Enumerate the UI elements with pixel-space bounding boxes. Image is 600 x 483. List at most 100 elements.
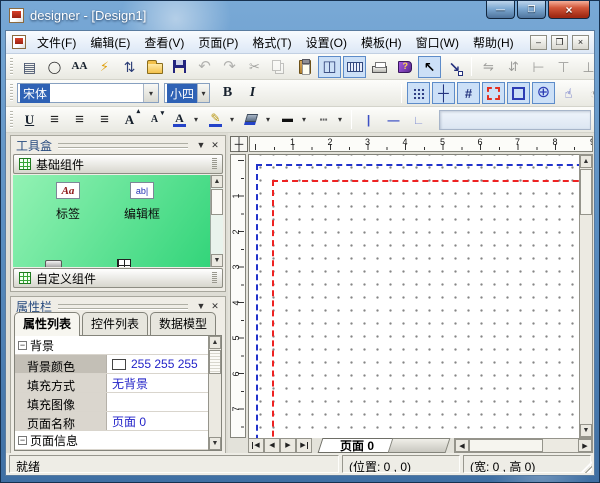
font-preview-button[interactable]: AA	[68, 56, 91, 78]
hand-tool-button[interactable]: ☝	[557, 82, 580, 104]
chevron-down-icon[interactable]: ▾	[143, 84, 158, 102]
menu-item[interactable]: 格式(T)	[245, 31, 298, 54]
close-button[interactable]: ×	[548, 1, 590, 19]
page-first-button[interactable]: ◀	[248, 438, 264, 453]
font-color-dropdown[interactable]: ▾	[190, 109, 202, 131]
scrollbar-thumb[interactable]	[469, 439, 543, 452]
properties-caption[interactable]: 属性栏 ▼ ✕	[11, 297, 225, 313]
design-sheet[interactable]	[248, 154, 579, 438]
font-increase-button[interactable]: A	[118, 109, 141, 131]
shape-tool-button[interactable]: ◯	[43, 56, 66, 78]
text-align-left-button[interactable]: ≡	[43, 109, 66, 131]
menu-item[interactable]: 编辑(E)	[83, 31, 137, 54]
line-style-button[interactable]: ┅	[312, 109, 335, 131]
scroll-up-button[interactable]: ▲	[580, 155, 592, 168]
mdi-minimize-button[interactable]: –	[530, 35, 547, 50]
property-group-row[interactable]: −背景	[15, 336, 221, 355]
page-prev-button[interactable]: ◀	[264, 438, 280, 453]
tab-1[interactable]: 属性列表	[14, 312, 80, 336]
scroll-down-button[interactable]: ▼	[209, 437, 221, 450]
vertical-line-button[interactable]: |	[357, 109, 380, 131]
tab-2[interactable]: 控件列表	[82, 312, 148, 335]
font-color-button[interactable]: A	[168, 109, 191, 131]
bold-button[interactable]: B	[216, 82, 239, 104]
titlebar[interactable]: designer - [Design1] —❐×	[1, 1, 599, 30]
guides-toggle-button[interactable]: ┼	[432, 82, 455, 104]
toggle-toolbox-button[interactable]: ◫	[318, 56, 341, 78]
editbox-tool[interactable]: ab|编辑框	[111, 182, 173, 222]
page-next-button[interactable]: ▶	[280, 438, 296, 453]
menu-item[interactable]: 查看(V)	[137, 31, 191, 54]
new-page-tab[interactable]	[388, 438, 451, 453]
text-align-center-button[interactable]: ≡	[68, 109, 91, 131]
menu-item[interactable]: 模板(H)	[354, 31, 409, 54]
property-row[interactable]: 页面名称页面 0	[15, 412, 221, 431]
horizontal-line-button[interactable]: —	[382, 109, 405, 131]
maximize-button[interactable]: ❐	[517, 1, 546, 19]
scrollbar-thumb[interactable]	[209, 350, 221, 374]
properties-scrollbar[interactable]: ▲ ▼	[208, 336, 221, 450]
paste-button[interactable]	[293, 56, 316, 78]
corner-line-button[interactable]: ∟	[407, 109, 430, 131]
line-width-dropdown[interactable]: ▾	[298, 109, 310, 131]
snap-grid-button[interactable]: #	[457, 82, 480, 104]
pen-color-dropdown[interactable]: ▾	[226, 109, 238, 131]
label-tool[interactable]: Aa标签	[37, 182, 99, 222]
line-style-dropdown[interactable]: ▾	[334, 109, 346, 131]
scrollbar-thumb[interactable]	[580, 169, 592, 215]
toolbar-grip[interactable]	[10, 58, 13, 76]
page-last-button[interactable]: ▶	[296, 438, 312, 453]
property-row[interactable]: 填充方式无背景	[15, 374, 221, 393]
fill-color-button[interactable]	[240, 109, 263, 131]
page-frame-button[interactable]	[507, 82, 530, 104]
collapse-panel-button[interactable]: ▼	[194, 139, 208, 152]
collapse-panel-button[interactable]: ▼	[194, 300, 208, 313]
fill-color-dropdown[interactable]: ▾	[262, 109, 274, 131]
scroll-up-button[interactable]: ▲	[211, 175, 223, 188]
toggle-ruler-button[interactable]	[343, 56, 366, 78]
underline-button[interactable]: U	[18, 109, 41, 131]
italic-button[interactable]: I	[241, 82, 264, 104]
close-panel-button[interactable]: ✕	[208, 139, 222, 152]
close-panel-button[interactable]: ✕	[208, 300, 222, 313]
toolbar-grip[interactable]	[10, 84, 13, 102]
minimize-button[interactable]: —	[486, 1, 515, 19]
section-custom-components[interactable]: 自定义组件	[13, 268, 223, 288]
connector-tool-button[interactable]: ↘	[443, 56, 466, 78]
font-size-select[interactable]: 小四 ▾	[164, 83, 210, 103]
grid-tool-icon[interactable]	[117, 259, 131, 267]
font-decrease-button[interactable]: A	[143, 109, 166, 131]
scroll-right-button[interactable]: ▶	[578, 439, 592, 452]
collapse-icon[interactable]: −	[18, 436, 27, 445]
section-basic-components[interactable]: 基础组件	[13, 154, 223, 174]
menu-item[interactable]: 文件(F)	[30, 31, 83, 54]
property-group-row[interactable]: −页面信息	[15, 431, 221, 450]
mdi-restore-button[interactable]: ❐	[551, 35, 568, 50]
tab-3[interactable]: 数据模型	[150, 312, 216, 335]
new-page-button[interactable]: ▤	[18, 56, 41, 78]
position-tool-button[interactable]: ⇅	[118, 56, 141, 78]
menu-item[interactable]: 设置(O)	[299, 31, 354, 54]
page-tab[interactable]: 页面 0	[318, 438, 397, 453]
button-tool-icon[interactable]	[45, 260, 62, 267]
scrollbar-thumb[interactable]	[211, 189, 223, 215]
selection-marquee-button[interactable]	[482, 82, 505, 104]
property-row[interactable]: 背景颜色255 255 255	[15, 355, 221, 374]
rotate-view-button[interactable]: ◔	[582, 82, 594, 104]
toolbox-scrollbar[interactable]: ▲ ▼	[210, 175, 223, 267]
scroll-left-button[interactable]: ◀	[455, 439, 469, 452]
snap-objects-button[interactable]: ⊕	[532, 82, 555, 104]
collapse-icon[interactable]: −	[18, 341, 27, 350]
property-row[interactable]: 填充图像	[15, 393, 221, 412]
ruler-origin-button[interactable]: ┼	[230, 136, 248, 152]
toolbox-caption[interactable]: 工具盒 ▼ ✕	[11, 136, 225, 152]
pen-color-button[interactable]: ✎	[204, 109, 227, 131]
print-button[interactable]	[368, 56, 391, 78]
canvas-horizontal-scrollbar[interactable]: ◀ ▶	[454, 438, 593, 453]
scroll-down-button[interactable]: ▼	[211, 254, 223, 267]
mdi-close-button[interactable]: ×	[572, 35, 589, 50]
open-button[interactable]	[143, 56, 166, 78]
canvas-vertical-scrollbar[interactable]: ▲ ▼	[579, 154, 593, 438]
chevron-down-icon[interactable]: ▾	[197, 84, 209, 102]
scrollbar-track[interactable]	[543, 439, 578, 452]
